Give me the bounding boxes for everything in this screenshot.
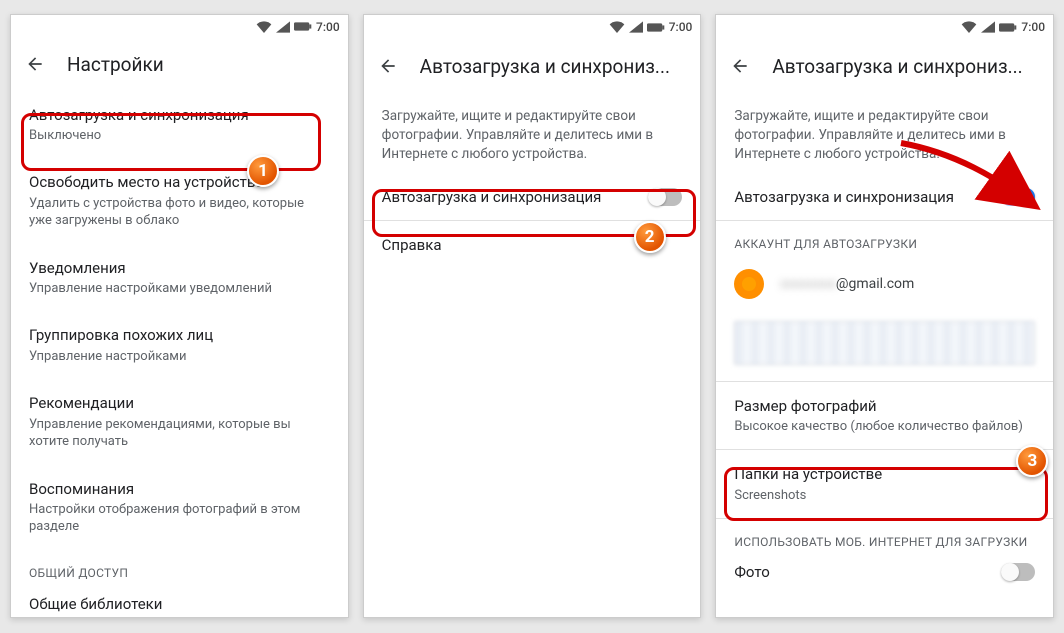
sync-description: Загружайте, ищите и редактируйте свои фо… (716, 93, 1053, 174)
redacted-text: xxxxxxxx (780, 276, 836, 292)
upload-size-item[interactable]: Размер фотографий Высокое качество (любо… (716, 382, 1053, 450)
phone-screen-3: 7:00 Автозагрузка и синхрониз... Загружа… (715, 14, 1054, 618)
wifi-icon (609, 21, 625, 33)
item-title: Папки на устройстве (734, 464, 1035, 484)
section-header-mobile-data: ИСПОЛЬЗОВАТЬ МОБ. ИНТЕРНЕТ ДЛЯ ЗАГРУЗКИ (716, 519, 1053, 555)
phone-screen-2: 7:00 Автозагрузка и синхрониз... Загружа… (363, 14, 702, 618)
item-subtitle: Высокое качество (любое количество файло… (734, 418, 1035, 436)
email-domain: @gmail.com (836, 276, 914, 292)
item-title: Размер фотографий (734, 396, 1035, 416)
settings-item-face-grouping[interactable]: Группировка похожих лиц Управление настр… (11, 311, 348, 379)
page-title: Автозагрузка и синхрониз... (420, 55, 670, 78)
battery-icon (294, 21, 312, 32)
back-arrow-icon[interactable] (730, 56, 750, 76)
settings-item-shared-libraries[interactable]: Общие библиотеки (11, 586, 348, 617)
item-title: Автозагрузка и синхронизация (29, 105, 330, 125)
item-title: Группировка похожих лиц (29, 325, 330, 345)
settings-item-free-space[interactable]: Освободить место на устройстве Удалить с… (11, 158, 348, 243)
toggle-label: Фото (734, 563, 769, 581)
section-header-sharing: ОБЩИЙ ДОСТУП (11, 550, 348, 586)
status-bar: 7:00 (716, 15, 1053, 39)
item-subtitle: Screenshots (734, 487, 1035, 505)
wifi-icon (961, 21, 977, 33)
toggle-switch-off[interactable] (648, 188, 682, 206)
battery-icon (647, 22, 665, 33)
item-title: Общие библиотеки (29, 594, 330, 614)
item-subtitle: Удалить с устройства фото и видео, котор… (29, 195, 330, 230)
settings-item-notifications[interactable]: Уведомления Управление настройками уведо… (11, 244, 348, 312)
page-title: Настройки (67, 53, 164, 76)
avatar-icon (734, 269, 764, 299)
app-header: Автозагрузка и синхрониз... (716, 39, 1053, 93)
page-title: Автозагрузка и синхрониз... (772, 55, 1022, 78)
clock-text: 7:00 (316, 20, 340, 34)
phone-screen-1: 7:00 Настройки Автозагрузка и синхрониза… (10, 14, 349, 618)
clock-text: 7:00 (669, 20, 693, 34)
item-title: Справка (382, 235, 683, 255)
signal-icon (276, 21, 290, 33)
toggle-label: Автозагрузка и синхронизация (382, 188, 602, 206)
app-header: Настройки (11, 38, 348, 90)
toggle-label: Автозагрузка и синхронизация (734, 188, 954, 206)
toggle-switch-on[interactable] (1001, 188, 1035, 206)
settings-item-backup-sync[interactable]: Автозагрузка и синхронизация Выключено (11, 91, 348, 159)
clock-text: 7:00 (1021, 20, 1045, 34)
back-arrow-icon[interactable] (25, 54, 45, 74)
item-subtitle: Выключено (29, 127, 330, 145)
item-title: Уведомления (29, 258, 330, 278)
sync-description: Загружайте, ищите и редактируйте свои фо… (364, 93, 701, 174)
signal-icon (629, 21, 643, 33)
help-item[interactable]: Справка (364, 221, 701, 269)
back-arrow-icon[interactable] (378, 56, 398, 76)
redacted-box (734, 321, 1035, 365)
backup-sync-toggle-row[interactable]: Автозагрузка и синхронизация (364, 174, 701, 220)
app-header: Автозагрузка и синхрониз... (364, 39, 701, 93)
status-bar: 7:00 (11, 15, 348, 38)
status-bar: 7:00 (364, 15, 701, 39)
mobile-data-photo-row[interactable]: Фото (716, 555, 1053, 595)
settings-item-memories[interactable]: Воспоминания Настройки отображения фотог… (11, 465, 348, 550)
backup-sync-toggle-row[interactable]: Автозагрузка и синхронизация (716, 174, 1053, 220)
item-title: Освободить место на устройстве (29, 172, 330, 192)
settings-item-suggestions[interactable]: Рекомендации Управление рекомендациями, … (11, 379, 348, 464)
battery-icon (999, 22, 1017, 33)
section-header-account: АККАУНТ ДЛЯ АВТОЗАГРУЗКИ (716, 221, 1053, 257)
item-subtitle: Управление рекомендациями, которые вы хо… (29, 416, 330, 451)
item-subtitle: Настройки отображения фотографий в этом … (29, 501, 330, 536)
toggle-switch-off[interactable] (1001, 563, 1035, 581)
account-row[interactable]: xxxxxxxx@gmail.com (716, 257, 1053, 311)
account-email: xxxxxxxx@gmail.com (780, 276, 914, 292)
signal-icon (981, 21, 995, 33)
item-subtitle: Управление настройками (29, 348, 330, 366)
item-title: Воспоминания (29, 479, 330, 499)
wifi-icon (256, 21, 272, 33)
item-title: Рекомендации (29, 393, 330, 413)
item-subtitle: Управление настройками уведомлений (29, 280, 330, 298)
device-folders-item[interactable]: Папки на устройстве Screenshots (716, 450, 1053, 518)
